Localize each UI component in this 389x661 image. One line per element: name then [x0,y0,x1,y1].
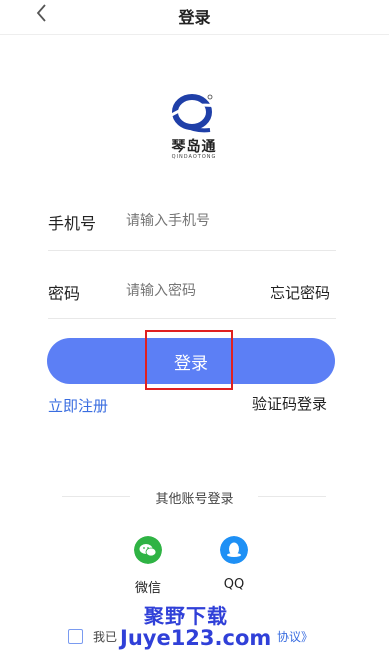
watermark: 聚野下载 Juye123.com [120,600,295,658]
highlight-box [145,330,233,390]
wechat-icon [134,536,162,564]
logo-name: 琴岛通 [171,139,217,155]
forgot-password-link[interactable]: 忘记密码 [270,282,330,303]
page-title: 登录 [178,8,211,27]
phone-divider [48,250,336,251]
qq-login-button[interactable] [220,536,248,568]
agreement-checkbox[interactable] [68,629,83,644]
qq-label: QQ [223,577,245,592]
app-logo: 琴岛通 QINDAOTONG [152,92,236,164]
password-label: 密码 [48,284,81,303]
watermark-bottom-text: Juye123.com [120,626,272,650]
phone-input[interactable] [126,211,326,231]
phone-label: 手机号 [48,214,97,233]
wechat-label: 微信 [134,581,161,596]
logo-emblem-icon [169,94,217,133]
register-link[interactable]: 立即注册 [48,395,108,416]
agreement-prefix: 我已 [93,630,118,644]
qq-icon [220,536,248,564]
wechat-login-button[interactable] [134,536,162,568]
code-login-link[interactable]: 验证码登录 [252,393,327,414]
watermark-top-text: 聚野下载 [144,604,228,628]
other-login-title: 其他账号登录 [155,492,234,507]
password-divider [48,318,336,319]
password-input[interactable] [126,281,256,301]
logo-subtitle: QINDAOTONG [171,154,217,160]
